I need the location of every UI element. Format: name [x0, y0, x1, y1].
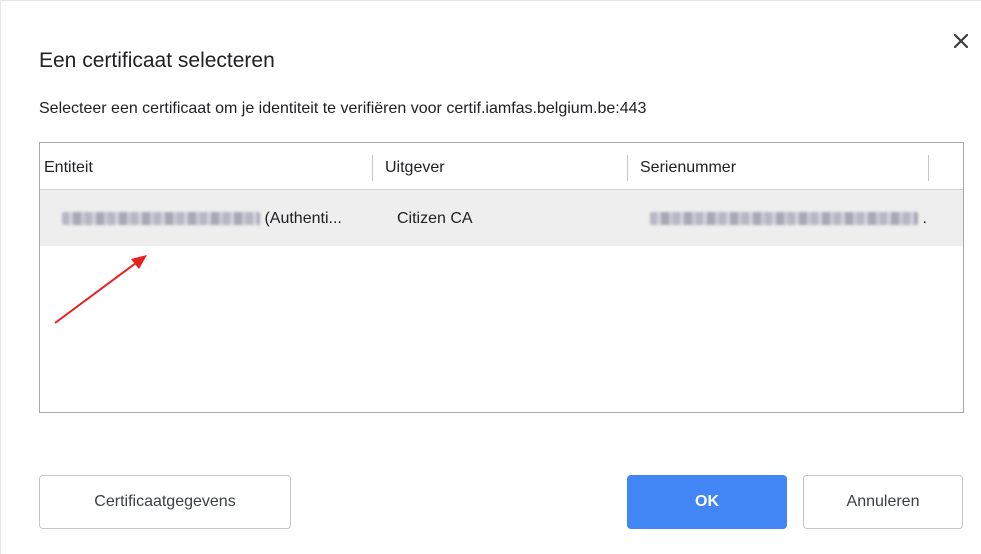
entity-suffix: (Authenti...	[264, 210, 342, 227]
redacted-name	[62, 212, 260, 226]
column-header-issuer[interactable]: Uitgever	[385, 143, 445, 189]
certificate-table: Entiteit Uitgever Serienummer (Authenti.…	[39, 142, 964, 413]
cancel-button[interactable]: Annuleren	[803, 475, 963, 529]
dialog-subtitle: Selecteer een certificaat om je identite…	[39, 100, 647, 117]
entity-cell: (Authenti...	[62, 190, 342, 246]
table-row[interactable]: (Authenti... Citizen CA .	[40, 190, 963, 246]
certificate-dialog: Een certificaat selecteren Selecteer een…	[0, 0, 981, 554]
issuer-cell: Citizen CA	[397, 210, 473, 227]
column-header-entity[interactable]: Entiteit	[44, 143, 93, 189]
column-header-serial[interactable]: Serienummer	[640, 143, 736, 189]
column-divider[interactable]	[627, 155, 628, 181]
close-icon	[954, 34, 968, 48]
serial-suffix: .	[922, 210, 927, 227]
column-divider[interactable]	[372, 155, 373, 181]
certificate-details-button[interactable]: Certificaatgegevens	[39, 475, 291, 529]
column-divider[interactable]	[928, 155, 929, 181]
close-button[interactable]	[947, 27, 975, 55]
red-arrow-annotation	[54, 255, 147, 324]
dialog-title: Een certificaat selecteren	[39, 49, 275, 72]
serial-cell: .	[650, 190, 927, 246]
ok-button[interactable]: OK	[627, 475, 787, 529]
redacted-serial	[650, 212, 918, 226]
table-header: Entiteit Uitgever Serienummer	[40, 143, 963, 190]
